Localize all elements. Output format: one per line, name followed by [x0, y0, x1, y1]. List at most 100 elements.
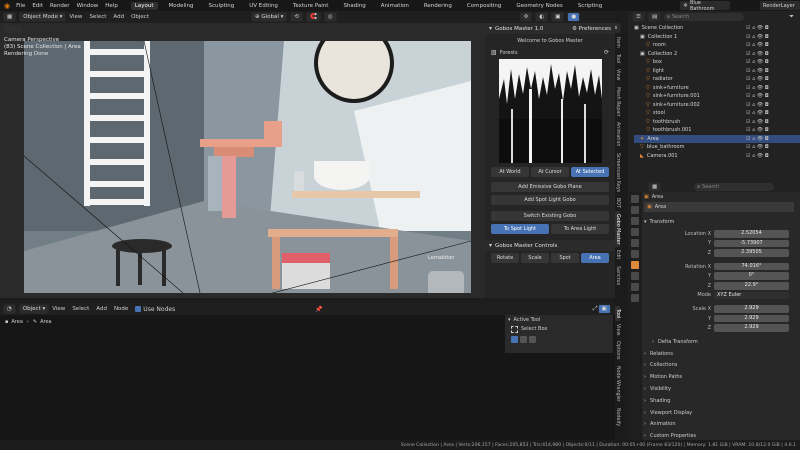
active-tool-header[interactable]: ▾ Active Tool — [505, 315, 613, 324]
location-y-field[interactable]: -5.73907 — [714, 239, 789, 248]
properties-section-header[interactable]: › Visibility — [628, 383, 800, 395]
light-data-tab-icon[interactable] — [631, 294, 639, 302]
workspace-tab-modeling[interactable]: Modeling — [165, 2, 198, 10]
xray-icon[interactable]: ▣ — [551, 12, 565, 22]
outliner-item[interactable]: ▽ radiator ☑ ⌂ 👁 ◘ — [634, 75, 800, 84]
properties-section-header[interactable]: › Collections — [628, 360, 800, 372]
tab-mesh-repair[interactable]: Mesh Repair — [615, 84, 620, 120]
gobos-preferences-button[interactable]: ⚙ Preferences — [572, 26, 611, 32]
select-box-tool[interactable]: Select Box — [505, 324, 613, 334]
workspace-tab-layout[interactable]: Layout — [130, 1, 158, 10]
shading-rendered-icon[interactable]: ● — [567, 12, 581, 22]
view-layer-tab-icon[interactable] — [631, 228, 639, 236]
properties-section-header[interactable]: › Relations — [628, 348, 800, 360]
scale-y-field[interactable]: 2.929 — [714, 314, 789, 323]
outliner-item[interactable]: ▽ light ☑ ⌂ 👁 ◘ — [634, 67, 800, 76]
workspace-tab-texture-paint[interactable]: Texture Paint — [289, 2, 333, 10]
outliner-search-input[interactable]: ⌕ Search — [664, 12, 745, 21]
at-cursor-button[interactable]: At Cursor — [531, 167, 569, 177]
render-tab-icon[interactable] — [631, 206, 639, 214]
visibility-toggles[interactable]: ☑ ⌂ 👁 ◘ — [746, 110, 769, 116]
tab-item[interactable]: Item — [615, 34, 620, 51]
properties-search-input[interactable]: ⌕ Search — [694, 182, 775, 191]
rotation-x-field[interactable]: 74.016° — [714, 262, 789, 271]
select-mode-new-icon[interactable] — [511, 335, 518, 343]
visibility-toggles[interactable]: ☑ ⌂ 👁 ◘ — [746, 102, 769, 108]
select-mode-subtract-icon[interactable] — [529, 335, 536, 343]
outliner-item[interactable]: ✦ Area ☑ ⌂ 👁 ◘ — [634, 134, 800, 143]
visibility-toggles[interactable]: ☑ ⌂ 👁 ◘ — [746, 93, 769, 99]
scale-z-field[interactable]: 2.929 — [714, 324, 789, 332]
visibility-toggles[interactable]: ☑ ⌂ 👁 ◘ — [746, 144, 769, 150]
scene-selector[interactable]: ❖ Blue Bathroom — [680, 0, 730, 12]
add-emissive-gobo-plane-button[interactable]: Add Emissive Gobo Plane — [491, 182, 609, 192]
visibility-toggles[interactable]: ☑ ⌂ 👁 ◘ — [746, 51, 769, 57]
menu-render[interactable]: Render — [50, 3, 70, 9]
use-nodes-checkbox[interactable]: Use Nodes — [135, 306, 175, 313]
pivot-icon[interactable]: ⟲ — [290, 12, 304, 22]
scale-x-field[interactable]: 2.929 — [714, 305, 789, 313]
workspace-tab-rendering[interactable]: Rendering — [420, 2, 456, 10]
transform-section-header[interactable]: ▾ Transform — [644, 216, 800, 227]
viewport-menu-add[interactable]: Add — [113, 14, 124, 20]
workspace-tab-sculpting[interactable]: Sculpting — [205, 2, 239, 10]
node-tab-node-wrangler[interactable]: Node Wrangler — [615, 363, 620, 405]
visibility-toggles[interactable]: ☑ ⌂ 👁 ◘ — [746, 85, 769, 91]
menu-help[interactable]: Help — [105, 3, 118, 9]
node-tab-view[interactable]: View — [615, 321, 620, 338]
viewport-menu-select[interactable]: Select — [89, 14, 106, 20]
rotation-y-field[interactable]: 0° — [714, 272, 789, 280]
visibility-toggles[interactable]: ☑ ⌂ 👁 ◘ — [746, 25, 769, 31]
visibility-toggles[interactable]: ☑ ⌂ 👁 ◘ — [746, 119, 769, 125]
node-tab-options[interactable]: Options — [615, 338, 620, 363]
workspace-tab-animation[interactable]: Animation — [377, 2, 413, 10]
tab-screencast-keys[interactable]: Screencast Keys — [615, 150, 620, 195]
outliner-item[interactable]: ▽ toothbrush.001 ☑ ⌂ 👁 ◘ — [634, 126, 800, 135]
tab-tool[interactable]: Tool — [615, 51, 620, 66]
outliner-editor-type-icon[interactable]: ☰ — [632, 11, 645, 22]
output-tab-icon[interactable] — [631, 217, 639, 225]
menu-file[interactable]: File — [16, 3, 25, 9]
tab-view[interactable]: View — [615, 66, 620, 83]
properties-section-header[interactable]: › Motion Paths — [628, 371, 800, 383]
tab-gobo-master[interactable]: Gobo Master — [615, 210, 620, 248]
to-spot-light-button[interactable]: To Spot Light — [491, 224, 549, 234]
outliner-item[interactable]: ▽ blue_bathroom ☑ ⌂ 👁 ◘ — [634, 143, 800, 152]
outliner-item[interactable]: ◣ Camera.001 ☑ ⌂ 👁 ◘ — [634, 152, 800, 161]
spot-control-button[interactable]: Spot — [551, 253, 579, 263]
visibility-toggles[interactable]: ☑ ⌂ 👁 ◘ — [746, 127, 769, 133]
node-editor-type-icon[interactable]: ◔ — [3, 304, 16, 314]
viewport-menu-view[interactable]: View — [69, 14, 82, 20]
physics-tab-icon[interactable] — [631, 272, 639, 280]
properties-section-header[interactable]: › Animation — [628, 419, 800, 431]
transform-orientation-dropdown[interactable]: ⊕ Global ▾ — [250, 12, 288, 22]
world-tab-icon[interactable] — [631, 250, 639, 258]
filter-icon[interactable]: ⏷ — [789, 13, 794, 21]
refresh-icon[interactable]: ⟳ — [604, 49, 609, 56]
object-mode-dropdown[interactable]: Object Mode ▾ — [19, 12, 67, 22]
node-shader-type-dropdown[interactable]: Object ▾ — [18, 304, 50, 314]
gobos-panel-header[interactable]: ▾ Gobos Master 1.0 ⚙ Preferences — [485, 23, 615, 34]
workspace-tab-geometry-nodes[interactable]: Geometry Nodes — [512, 2, 566, 10]
outliner-item[interactable]: ▽ room ☑ ⌂ 👁 ◘ — [634, 41, 800, 50]
proportional-edit-icon[interactable]: ◎ — [323, 12, 337, 22]
menu-edit[interactable]: Edit — [32, 3, 43, 9]
node-tab-tool[interactable]: Tool — [615, 305, 620, 322]
pin-icon[interactable]: 📌 — [315, 306, 322, 313]
outliner-display-mode-icon[interactable]: ▤ — [647, 11, 662, 22]
rotate-control-button[interactable]: Rotate — [491, 253, 519, 263]
location-z-field[interactable]: 2.39505 — [714, 249, 789, 257]
workspace-tab-uv-editing[interactable]: UV Editing — [245, 2, 282, 10]
outliner-item[interactable]: ▽ stool ☑ ⌂ 👁 ◘ — [634, 109, 800, 118]
workspace-tab-scripting[interactable]: Scripting — [574, 2, 606, 10]
tab-animation[interactable]: Animation — [615, 119, 620, 149]
outliner-item[interactable]: ▣ Scene Collection ☑ ⌂ 👁 ◘ — [634, 24, 800, 33]
tab-edit[interactable]: Edit — [615, 247, 620, 262]
tab-bqt[interactable]: BQT — [615, 195, 620, 211]
node-editor-area[interactable]: ▪ Area › ✎ Area ▾ Active Tool Select Box — [0, 315, 615, 440]
switch-existing-gobo-button[interactable]: Switch Existing Gobo — [491, 211, 609, 221]
scale-control-button[interactable]: Scale — [521, 253, 549, 263]
outliner-item[interactable]: ▣ Collection 1 ☑ ⌂ 👁 ◘ — [634, 33, 800, 42]
overlay-toggle-icon[interactable]: ◐ — [535, 12, 549, 22]
visibility-toggles[interactable]: ☑ ⌂ 👁 ◘ — [746, 42, 769, 48]
